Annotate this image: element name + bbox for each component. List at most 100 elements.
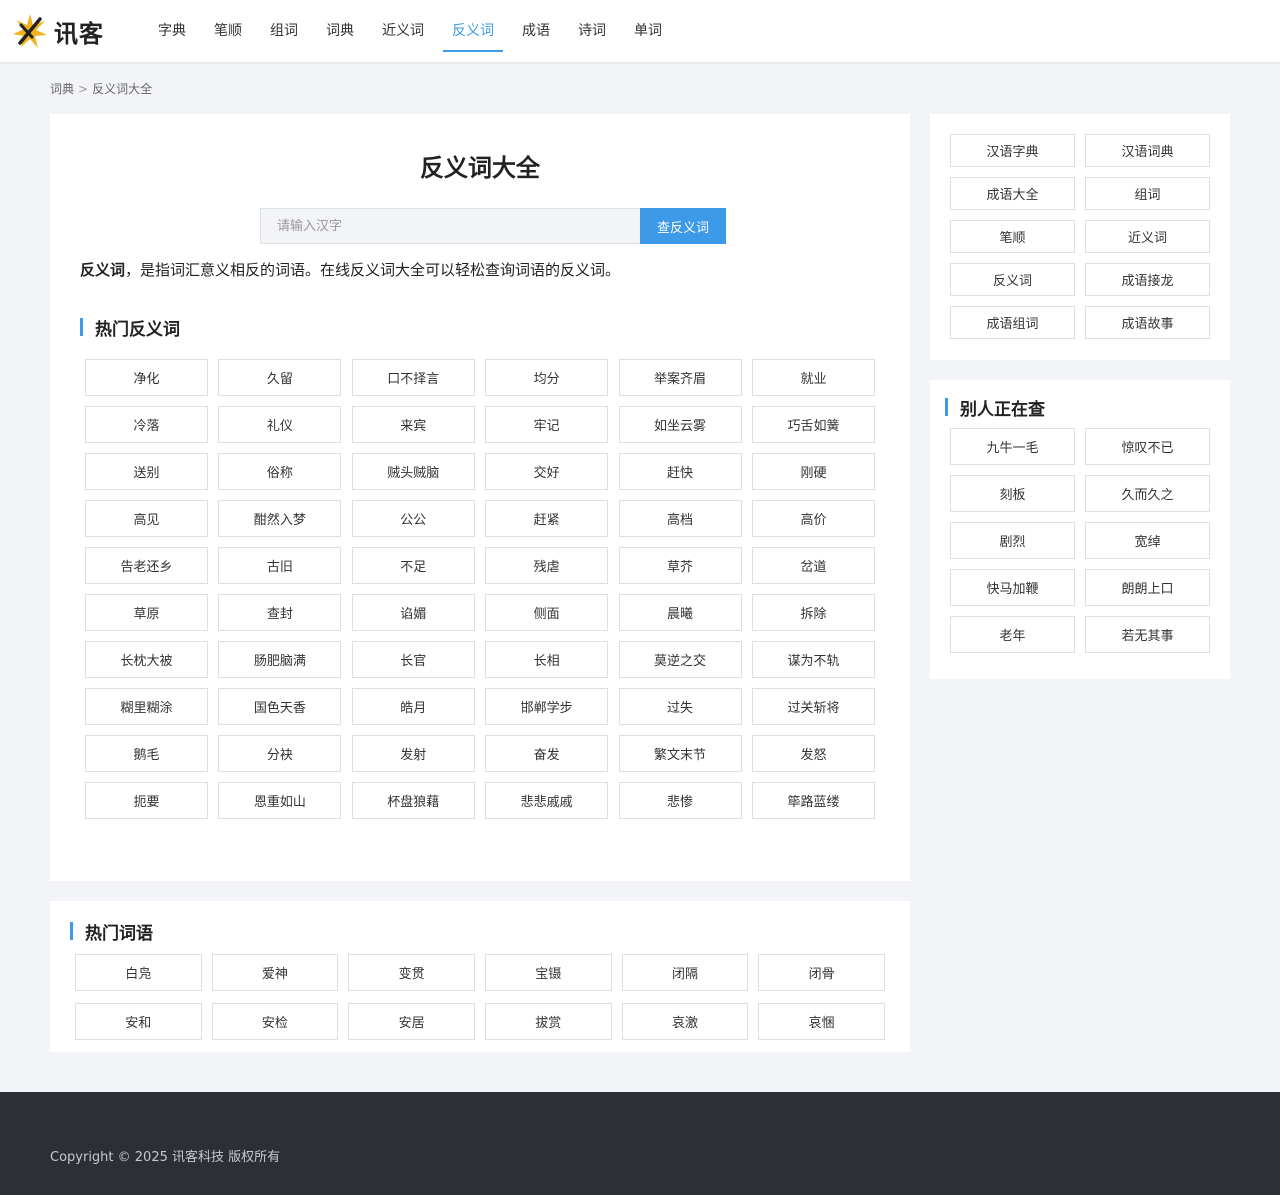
antonym-link[interactable]: 鹅毛 [85, 735, 208, 772]
antonym-link[interactable]: 就业 [751, 359, 875, 396]
hot-term-link[interactable]: 安检 [211, 1003, 339, 1040]
antonym-link[interactable]: 赶快 [618, 453, 742, 490]
hot-term-link[interactable]: 白凫 [75, 954, 202, 991]
antonym-link[interactable]: 刚硬 [751, 453, 875, 490]
antonym-link[interactable]: 过关斩将 [751, 688, 875, 725]
sidebar-link[interactable]: 笔顺 [950, 220, 1075, 253]
recent-search-link[interactable]: 若无其事 [1085, 616, 1210, 653]
hot-term-link[interactable]: 闭隔 [621, 954, 749, 991]
antonym-link[interactable]: 告老还乡 [85, 547, 208, 584]
recent-search-link[interactable]: 九牛一毛 [950, 428, 1075, 465]
sidebar-link[interactable]: 近义词 [1085, 220, 1210, 253]
antonym-link[interactable]: 交好 [485, 453, 609, 490]
antonym-link[interactable]: 长官 [351, 641, 475, 678]
antonym-link[interactable]: 如坐云雾 [618, 406, 742, 443]
nav-item-bishun[interactable]: 笔顺 [200, 0, 256, 62]
hot-term-link[interactable]: 变贯 [348, 954, 475, 991]
sidebar-link[interactable]: 组词 [1085, 177, 1210, 210]
antonym-link[interactable]: 净化 [85, 359, 208, 396]
recent-search-link[interactable]: 久而久之 [1085, 475, 1210, 512]
antonym-link[interactable]: 糊里糊涂 [85, 688, 208, 725]
nav-item-chengyu[interactable]: 成语 [508, 0, 564, 62]
antonym-link[interactable]: 均分 [485, 359, 609, 396]
recent-search-link[interactable]: 快马加鞭 [950, 569, 1075, 606]
nav-item-jinyici[interactable]: 近义词 [368, 0, 438, 62]
antonym-link[interactable]: 长枕大被 [85, 641, 208, 678]
antonym-link[interactable]: 发怒 [751, 735, 875, 772]
nav-item-zuci[interactable]: 组词 [256, 0, 312, 62]
antonym-link[interactable]: 奋发 [485, 735, 609, 772]
antonym-link[interactable]: 拆除 [751, 594, 875, 631]
nav-item-fanyici[interactable]: 反义词 [438, 0, 508, 62]
antonym-link[interactable]: 繁文末节 [618, 735, 742, 772]
antonym-link[interactable]: 不足 [351, 547, 475, 584]
antonym-link[interactable]: 俗称 [218, 453, 342, 490]
antonym-link[interactable]: 公公 [351, 500, 475, 537]
antonym-link[interactable]: 冷落 [85, 406, 208, 443]
recent-search-link[interactable]: 惊叹不已 [1085, 428, 1210, 465]
antonym-link[interactable]: 酣然入梦 [218, 500, 342, 537]
recent-search-link[interactable]: 老年 [950, 616, 1075, 653]
antonym-link[interactable]: 杯盘狼藉 [351, 782, 475, 819]
antonym-link[interactable]: 肠肥脑满 [218, 641, 342, 678]
breadcrumb-link-cidian[interactable]: 词典 [50, 82, 74, 96]
antonym-link[interactable]: 莫逆之交 [618, 641, 742, 678]
antonym-link[interactable]: 皓月 [351, 688, 475, 725]
hot-term-link[interactable]: 闭骨 [758, 954, 885, 991]
antonym-link[interactable]: 谄媚 [351, 594, 475, 631]
antonym-link[interactable]: 举案齐眉 [618, 359, 742, 396]
antonym-link[interactable]: 发射 [351, 735, 475, 772]
sidebar-link[interactable]: 成语组词 [950, 306, 1075, 339]
antonym-link[interactable]: 悲悲戚戚 [485, 782, 609, 819]
antonym-link[interactable]: 送别 [85, 453, 208, 490]
antonym-link[interactable]: 草原 [85, 594, 208, 631]
antonym-link[interactable]: 筚路蓝缕 [751, 782, 875, 819]
antonym-link[interactable]: 高见 [85, 500, 208, 537]
antonym-link[interactable]: 高档 [618, 500, 742, 537]
antonym-link[interactable]: 草芥 [618, 547, 742, 584]
sidebar-link[interactable]: 反义词 [950, 263, 1075, 296]
antonym-link[interactable]: 残虐 [485, 547, 609, 584]
antonym-link[interactable]: 长相 [485, 641, 609, 678]
antonym-link[interactable]: 过失 [618, 688, 742, 725]
nav-item-zidian[interactable]: 字典 [144, 0, 200, 62]
antonym-link[interactable]: 谋为不轨 [751, 641, 875, 678]
antonym-link[interactable]: 分袂 [218, 735, 342, 772]
sidebar-link[interactable]: 成语故事 [1085, 306, 1210, 339]
antonym-link[interactable]: 恩重如山 [218, 782, 342, 819]
antonym-link[interactable]: 悲惨 [618, 782, 742, 819]
antonym-link[interactable]: 口不择言 [351, 359, 475, 396]
hot-term-link[interactable]: 安和 [75, 1003, 202, 1040]
antonym-link[interactable]: 礼仪 [218, 406, 342, 443]
hot-term-link[interactable]: 拔赏 [485, 1003, 612, 1040]
search-input[interactable] [260, 208, 640, 244]
recent-search-link[interactable]: 宽绰 [1085, 522, 1210, 559]
antonym-link[interactable]: 高价 [751, 500, 875, 537]
hot-term-link[interactable]: 哀激 [621, 1003, 749, 1040]
nav-item-shici[interactable]: 诗词 [564, 0, 620, 62]
search-button[interactable]: 查反义词 [640, 208, 726, 244]
antonym-link[interactable]: 侧面 [485, 594, 609, 631]
recent-search-link[interactable]: 剧烈 [950, 522, 1075, 559]
antonym-link[interactable]: 查封 [218, 594, 342, 631]
antonym-link[interactable]: 晨曦 [618, 594, 742, 631]
sidebar-link[interactable]: 汉语字典 [950, 134, 1075, 167]
antonym-link[interactable]: 古旧 [218, 547, 342, 584]
hot-term-link[interactable]: 安居 [348, 1003, 475, 1040]
antonym-link[interactable]: 国色天香 [218, 688, 342, 725]
antonym-link[interactable]: 邯郸学步 [485, 688, 609, 725]
antonym-link[interactable]: 贼头贼脑 [351, 453, 475, 490]
antonym-link[interactable]: 牢记 [485, 406, 609, 443]
sidebar-link[interactable]: 成语大全 [950, 177, 1075, 210]
hot-term-link[interactable]: 哀悃 [758, 1003, 885, 1040]
sidebar-link[interactable]: 成语接龙 [1085, 263, 1210, 296]
antonym-link[interactable]: 久留 [218, 359, 342, 396]
hot-term-link[interactable]: 爱神 [211, 954, 339, 991]
nav-item-cidian[interactable]: 词典 [312, 0, 368, 62]
antonym-link[interactable]: 扼要 [85, 782, 208, 819]
sidebar-link[interactable]: 汉语词典 [1085, 134, 1210, 167]
recent-search-link[interactable]: 刻板 [950, 475, 1075, 512]
recent-search-link[interactable]: 朗朗上口 [1085, 569, 1210, 606]
nav-item-danci[interactable]: 单词 [620, 0, 676, 62]
antonym-link[interactable]: 来宾 [351, 406, 475, 443]
